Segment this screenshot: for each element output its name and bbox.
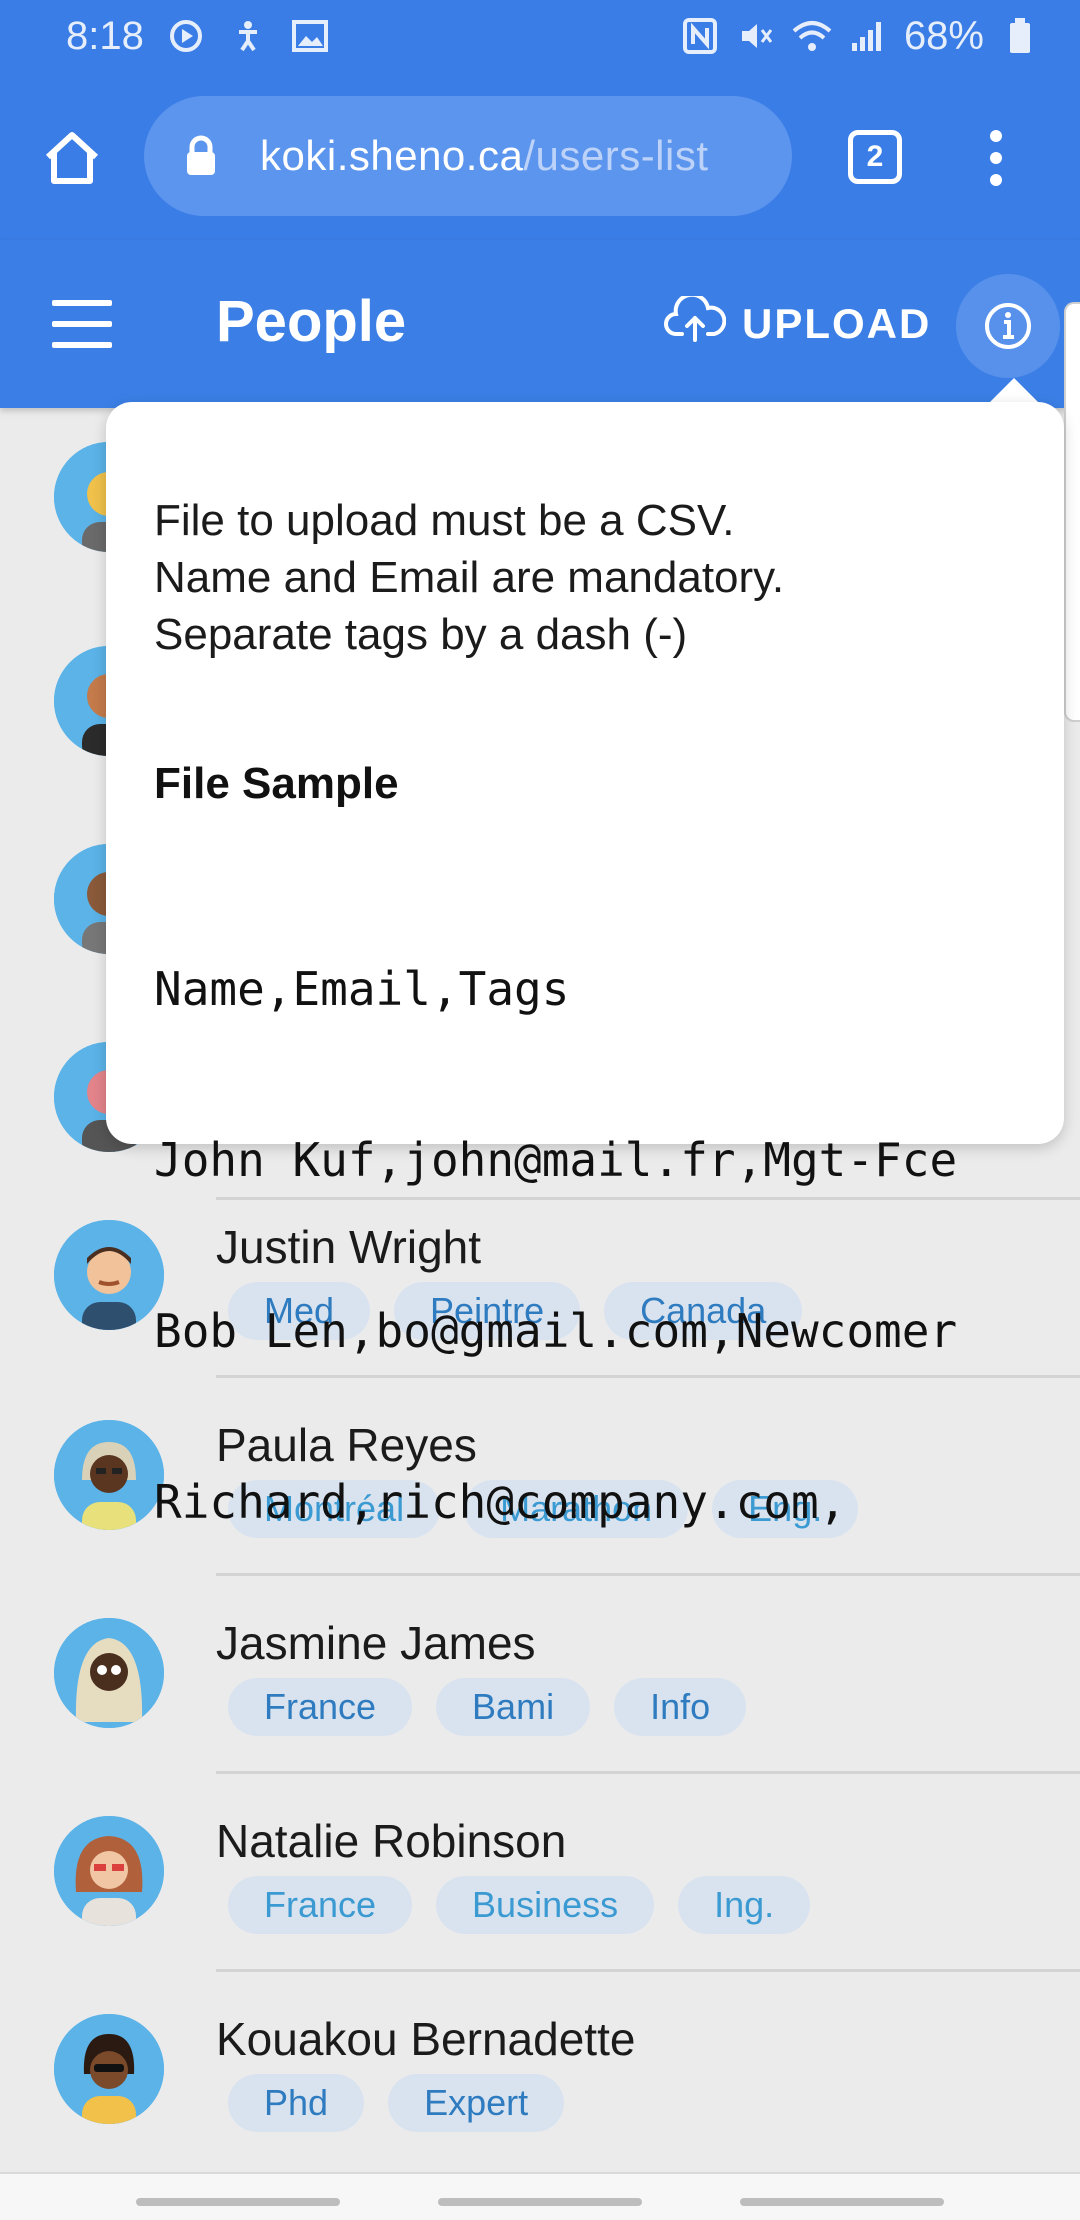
upload-button[interactable]: UPLOAD	[664, 292, 932, 354]
tag[interactable]: Info	[614, 1678, 747, 1736]
instruction-line: File to upload must be a CSV.	[154, 496, 735, 545]
home-icon[interactable]	[36, 122, 108, 194]
cloud-upload-icon	[664, 292, 727, 352]
battery-percent: 68%	[903, 13, 984, 58]
avatar	[54, 1220, 164, 1330]
instruction-line: Name and Email are mandatory.	[154, 553, 785, 602]
avatar	[54, 1618, 164, 1728]
upload-label: UPLOAD	[742, 300, 932, 347]
info-icon[interactable]	[956, 274, 1060, 378]
file-sample-heading: File Sample	[154, 759, 399, 808]
avatar	[54, 1420, 164, 1530]
nav-indicator	[438, 2198, 642, 2206]
instruction-line: Separate tags by a dash (-)	[154, 610, 688, 659]
media-play-icon	[166, 16, 206, 56]
nav-indicator	[136, 2198, 340, 2206]
url-text: koki.sheno.ca/users-list	[260, 132, 709, 180]
address-bar[interactable]: koki.sheno.ca/users-list	[144, 96, 792, 216]
more-options-icon[interactable]	[976, 126, 1016, 190]
tag[interactable]: Ing.	[678, 1876, 811, 1934]
list-item[interactable]: Kouakou Bernadette Phd Expert	[0, 1972, 1080, 2170]
wifi-icon	[792, 16, 832, 56]
hamburger-menu-icon[interactable]	[52, 300, 112, 348]
sample-line: John Kuf,john@mail.fr,Mgt-Fce	[154, 1133, 958, 1187]
battery-icon	[1000, 16, 1040, 56]
signal-icon	[848, 16, 888, 56]
page-title: People	[216, 289, 407, 354]
status-bar: 8:18 68%	[0, 0, 1080, 72]
tag[interactable]: Business	[436, 1876, 655, 1934]
tag[interactable]: Expert	[388, 2074, 565, 2132]
list-item[interactable]: Natalie Robinson France Business Ing.	[0, 1774, 1080, 1972]
url-path: /users-list	[523, 132, 709, 179]
file-sample-code: Name,Email,Tags John Kuf,john@mail.fr,Mg…	[154, 847, 1064, 1645]
nav-indicator	[740, 2198, 944, 2206]
tag[interactable]: France	[228, 1678, 413, 1736]
tag[interactable]: Bami	[436, 1678, 591, 1736]
upload-help-popover: File to upload must be a CSV. Name and E…	[106, 402, 1064, 1529]
side-panel-edge	[1064, 302, 1080, 722]
url-host: koki.sheno.ca	[260, 132, 524, 179]
tag[interactable]: France	[228, 1876, 413, 1934]
person-name: Kouakou Bernadette	[216, 2013, 636, 2065]
tag-list: Phd Expert	[228, 2074, 565, 2132]
tag-list: France Business Ing.	[228, 1876, 811, 1934]
popover-instructions: File to upload must be a CSV. Name and E…	[154, 492, 1064, 663]
avatar	[54, 2014, 164, 2124]
nfc-icon	[680, 16, 720, 56]
person-name: Natalie Robinson	[216, 1815, 567, 1867]
gallery-icon	[290, 16, 330, 56]
sample-line: Bob Len,bo@gmail.com,Newcomer	[154, 1304, 958, 1358]
accessibility-icon	[228, 16, 268, 56]
bottom-toolbar	[0, 2172, 1080, 2220]
lock-icon	[184, 135, 220, 177]
app-bar: People UPLOAD	[0, 240, 1080, 408]
status-time: 8:18	[66, 13, 144, 58]
sample-line: Name,Email,Tags	[154, 962, 570, 1016]
sample-line: Richard,rich@company.com,	[154, 1475, 847, 1529]
mute-icon	[736, 16, 776, 56]
tag-list: France Bami Info	[228, 1678, 747, 1736]
browser-toolbar: koki.sheno.ca/users-list 2	[0, 72, 1080, 240]
tab-switcher-button[interactable]: 2	[848, 130, 902, 184]
tag[interactable]: Phd	[228, 2074, 365, 2132]
popover-arrow	[988, 378, 1040, 404]
avatar	[54, 1816, 164, 1926]
